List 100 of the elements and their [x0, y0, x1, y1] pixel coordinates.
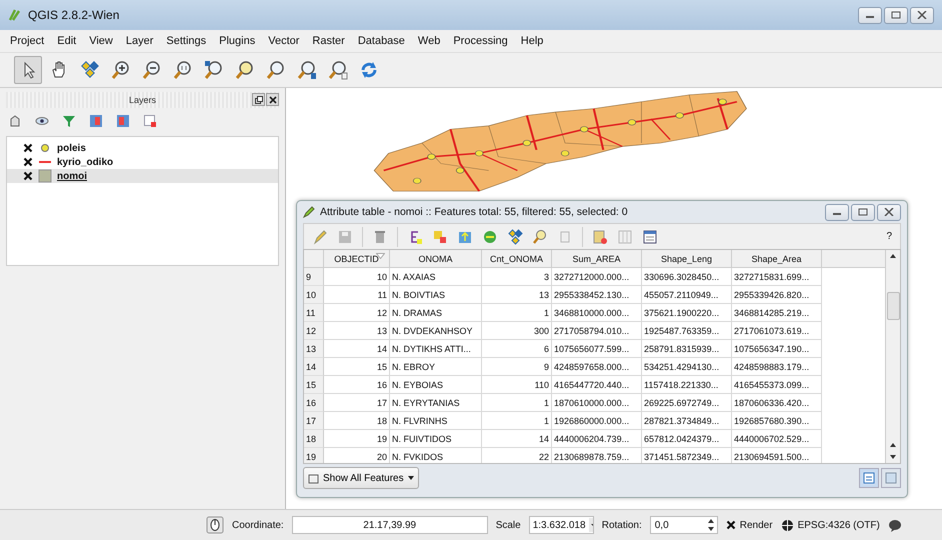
row-header[interactable]: 18: [304, 430, 324, 448]
tree-entry[interactable]: nomoi: [7, 169, 278, 183]
visibility-checkbox[interactable]: [23, 157, 33, 167]
close-button[interactable]: [266, 93, 279, 106]
scale-dropdown[interactable]: 1:3.632.018: [528, 516, 594, 534]
scroll-thumb[interactable]: [887, 292, 900, 320]
diamonds-icon[interactable]: [507, 228, 523, 244]
map-canvas[interactable]: [286, 88, 942, 509]
show-features-dropdown[interactable]: Show All Features: [303, 467, 419, 489]
table-cell: 269225.6972749...: [642, 394, 732, 412]
close-button[interactable]: [877, 204, 901, 220]
row-header[interactable]: 10: [304, 286, 324, 304]
column-header[interactable]: Shape_Leng: [642, 250, 732, 267]
logo-icon: [8, 8, 22, 22]
spin-arrows-icon: [706, 517, 715, 533]
table-cell: 1075656077.599...: [552, 340, 642, 358]
rotation-spinbox[interactable]: 0,0: [650, 516, 718, 534]
scrollbar[interactable]: [885, 250, 900, 463]
menu-item[interactable]: Vector: [268, 35, 300, 47]
pencil-icon[interactable]: [312, 228, 328, 244]
eye-icon[interactable]: [35, 114, 49, 128]
table-cell: 2955339426.820...: [732, 286, 822, 304]
filter-icon[interactable]: [62, 114, 76, 128]
table-cell: N. DRAMAS: [390, 304, 482, 322]
table-cell: 1: [482, 394, 552, 412]
table-cell: N. DVDEKANHSOY: [390, 322, 482, 340]
table-cell: N. BOIVTIAS: [390, 286, 482, 304]
table-cell: 13: [482, 286, 552, 304]
trash-icon[interactable]: [372, 228, 388, 244]
menu-item[interactable]: View: [89, 35, 113, 47]
polygon-symbol-icon: [38, 169, 52, 183]
minimize-button[interactable]: [825, 204, 849, 220]
menu-item[interactable]: Database: [358, 35, 405, 47]
table-cell: 13: [324, 322, 390, 340]
menu-item[interactable]: Raster: [312, 35, 345, 47]
menu-item[interactable]: Project: [10, 35, 44, 47]
help-label[interactable]: ?: [886, 231, 892, 242]
table-cell: N. AXAIAS: [390, 268, 482, 286]
column-header[interactable]: Sum_AREA: [552, 250, 642, 267]
window-title: Attribute table - nomoi :: Features total: 55, filtered: 55, selected: 0: [320, 206, 628, 218]
float-button[interactable]: [252, 93, 265, 106]
table-cell: 534251.4294130...: [642, 358, 732, 376]
column-header[interactable]: Cnt_ONOMA: [482, 250, 552, 267]
menu-item[interactable]: Processing: [453, 35, 508, 47]
mouse-icon[interactable]: [206, 516, 224, 534]
caret-icon: [408, 476, 414, 480]
table-cell: 16: [324, 376, 390, 394]
table-cell: 375621.1900220...: [642, 304, 732, 322]
render-checkbox[interactable]: Render: [726, 520, 773, 530]
row-header[interactable]: 14: [304, 358, 324, 376]
coordinate-field[interactable]: 21.17,39.99: [292, 516, 488, 534]
coordinate-label: Coordinate:: [232, 520, 284, 530]
table-cell: 1870610000.000...: [552, 394, 642, 412]
table-cell: 14: [324, 340, 390, 358]
table-cell: N. EYBOIAS: [390, 376, 482, 394]
cursor-button[interactable]: [14, 56, 42, 84]
row-header[interactable]: 16: [304, 394, 324, 412]
menu-item[interactable]: Web: [418, 35, 440, 47]
row-header[interactable]: 19: [304, 448, 324, 463]
column-header[interactable]: OBJECTID: [324, 250, 390, 267]
visibility-checkbox[interactable]: [23, 171, 33, 181]
row-header[interactable]: 13: [304, 340, 324, 358]
maximize-button[interactable]: [851, 204, 875, 220]
scale-label: Scale: [496, 520, 521, 530]
minimize-button[interactable]: [858, 6, 882, 24]
table-cell: 9: [482, 358, 552, 376]
visibility-checkbox[interactable]: [23, 143, 33, 153]
menu-item[interactable]: Plugins: [219, 35, 256, 47]
zoom-icon[interactable]: [532, 228, 548, 244]
table-view-button[interactable]: [859, 468, 879, 488]
crs-button[interactable]: EPSG:4326 (OTF): [780, 518, 880, 532]
column-header[interactable]: Shape_Area: [732, 250, 822, 267]
tree-entry[interactable]: kyrio_odiko: [7, 155, 278, 169]
maximize-icon: [858, 208, 868, 216]
table-cell: 1925487.763359...: [642, 322, 732, 340]
menu-item[interactable]: Layer: [126, 35, 154, 47]
row-header[interactable]: 9: [304, 268, 324, 286]
menu-item[interactable]: Settings: [166, 35, 206, 47]
row-header[interactable]: 15: [304, 376, 324, 394]
globe-icon: [780, 518, 794, 532]
tree-entry[interactable]: poleis: [7, 141, 278, 155]
maximize-button[interactable]: [884, 6, 908, 24]
table-cell: 17: [324, 394, 390, 412]
menu-item[interactable]: Help: [520, 35, 544, 47]
column-header[interactable]: ONOMA: [390, 250, 482, 267]
table-cell: N. FUIVTIDOS: [390, 430, 482, 448]
window-title: QGIS 2.8.2-Wien: [28, 8, 120, 22]
calculator-icon[interactable]: [642, 228, 658, 244]
row-header[interactable]: 11: [304, 304, 324, 322]
menu-item[interactable]: Edit: [57, 35, 76, 47]
filter-icon: [308, 472, 319, 484]
row-header[interactable]: 12: [304, 322, 324, 340]
table-cell: N. FVKIDOS: [390, 448, 482, 463]
table-cell: 15: [324, 358, 390, 376]
row-header[interactable]: 17: [304, 412, 324, 430]
float-icon: [254, 96, 262, 104]
close-button[interactable]: [910, 6, 934, 24]
table-cell: 3468810000.000...: [552, 304, 642, 322]
table-cell: 3272715831.699...: [732, 268, 822, 286]
message-bubble-icon[interactable]: [888, 518, 902, 532]
